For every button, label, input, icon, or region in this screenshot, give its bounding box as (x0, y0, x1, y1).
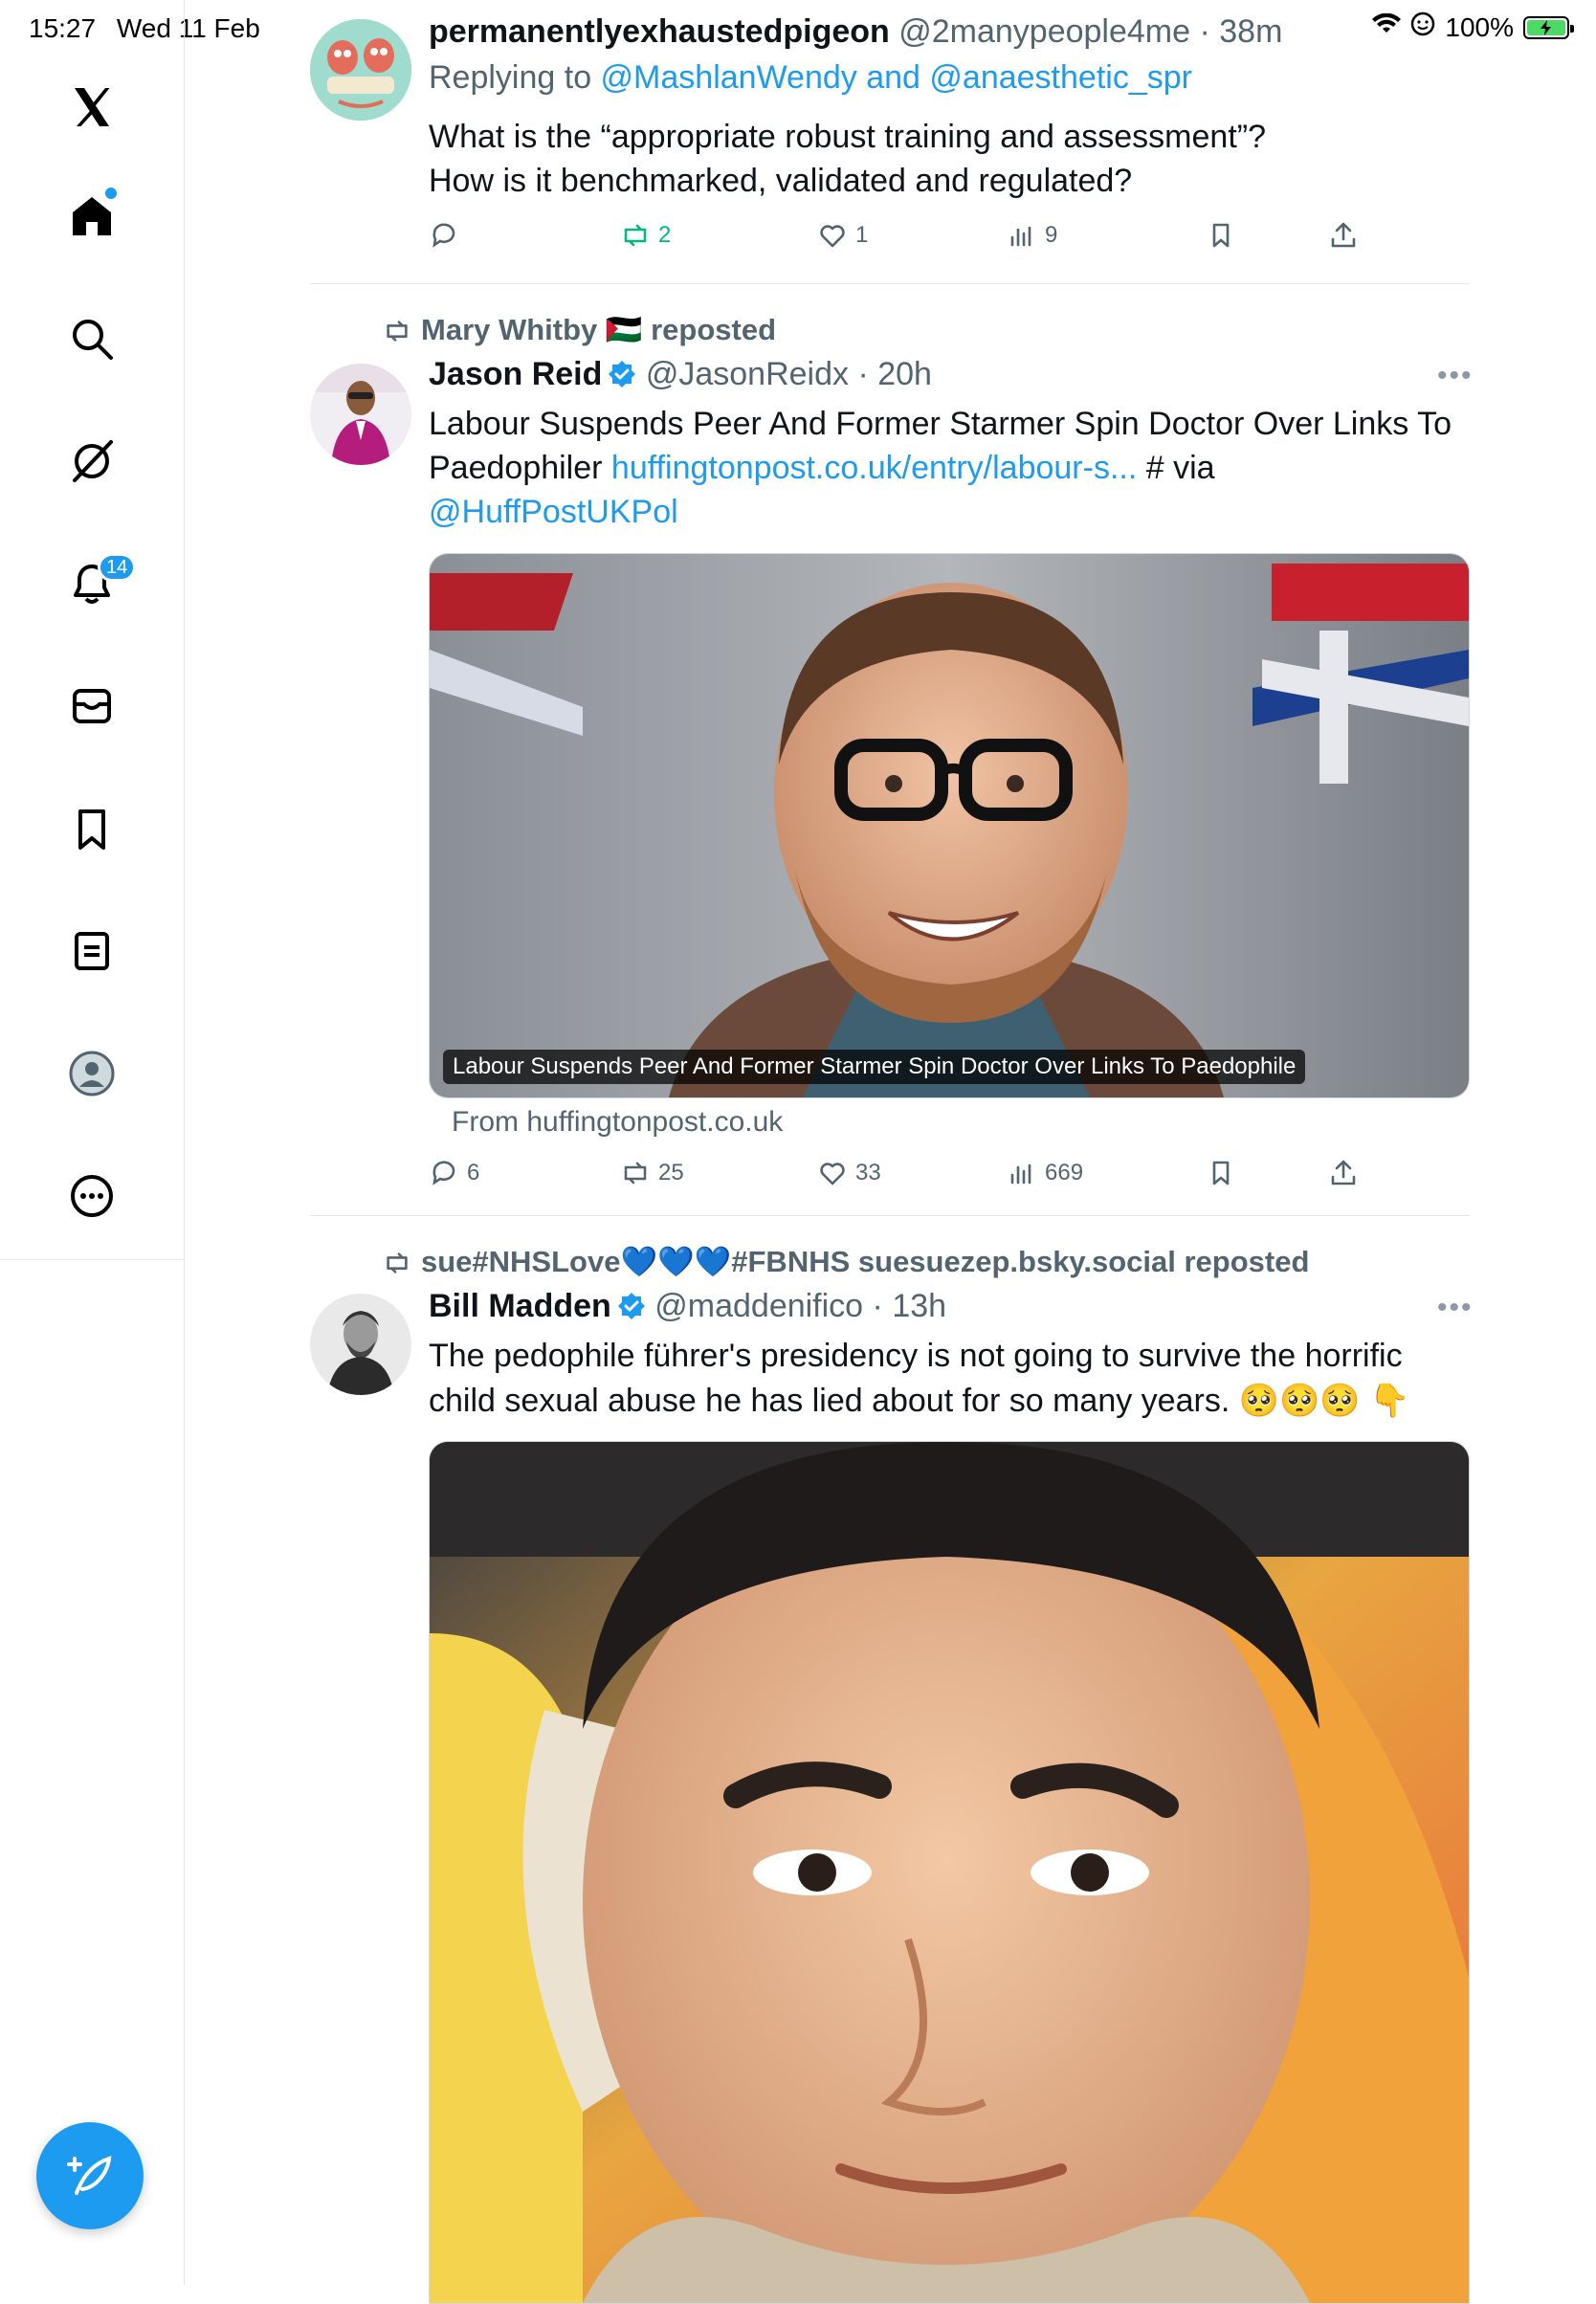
tweet2-card-source[interactable]: From huffingtonpost.co.uk (452, 1106, 783, 1139)
tweet2-actions: 6 25 33 669 (429, 1158, 1385, 1196)
focus-icon (1410, 11, 1435, 43)
views-chart-icon (1010, 226, 1031, 247)
tweet1-views-count: 9 (1045, 222, 1058, 248)
video-still-photo (430, 1442, 1469, 2303)
tweet2-like-button[interactable]: 33 (817, 1158, 881, 1188)
tweet2-reposted-by: Mary Whitby 🇵🇸 reposted (421, 313, 777, 346)
tweet2-avatar[interactable] (310, 364, 411, 465)
repost-icon (624, 1162, 647, 1185)
tweet2-like-count: 33 (855, 1160, 881, 1185)
repost-icon (387, 1252, 408, 1274)
tweet1-share-button[interactable] (1328, 220, 1359, 251)
tweet2-repost-button[interactable]: 25 (620, 1158, 684, 1188)
lists-icon[interactable] (54, 913, 130, 989)
tweet2-link-card-image[interactable]: Labour Suspends Peer And Former Starmer … (429, 553, 1470, 1098)
tweet3-display-name[interactable]: Bill Madden (429, 1288, 611, 1324)
reply-icon (432, 223, 455, 248)
sidebar: 14 (0, 0, 185, 1260)
tweet1-time[interactable]: 38m (1219, 13, 1282, 50)
reply-icon (432, 1161, 455, 1185)
tweet2-display-name[interactable]: Jason Reid (429, 356, 602, 392)
tweet1-display-name[interactable]: permanentlyexhaustedpigeon (429, 13, 890, 50)
tweet3-text-line1: The pedophile führer's presidency is not… (429, 1338, 1403, 1374)
tweet2-text-line2: Paedophiler huffingtonpost.co.uk/entry/l… (429, 450, 1215, 487)
verified-badge-icon (617, 1293, 645, 1319)
tweet3-repost-context[interactable]: sue#NHSLove💙💙💙#FBNHS suesuezep.bsky.soci… (381, 1244, 1309, 1279)
tweet2-handle[interactable]: @JasonReidx (646, 356, 849, 392)
messages-icon[interactable] (54, 668, 130, 744)
bookmarks-icon[interactable] (54, 790, 130, 867)
tweet1-like-count: 1 (855, 222, 869, 248)
tweet3-reposted-by: sue#NHSLove💙💙💙#FBNHS suesuezep.bsky.soci… (421, 1245, 1310, 1278)
tweet2-article-link[interactable]: huffingtonpost.co.uk/entry/labour-s... (611, 450, 1137, 486)
tweet3-handle[interactable]: @maddenifico (654, 1288, 863, 1324)
search-icon[interactable] (54, 300, 130, 377)
tweet1-text-line2: How is it benchmarked, validated and reg… (429, 163, 1133, 199)
battery-icon (1523, 15, 1574, 39)
tweet1-reply-prefix: Replying to (429, 59, 601, 96)
tweet1-views-button[interactable]: 9 (1007, 220, 1057, 251)
wifi-icon (1372, 12, 1402, 43)
tweet2-views-count: 669 (1045, 1160, 1084, 1185)
tweet1-reply-to-link[interactable]: @MashlanWendy and @anaesthetic_spr (601, 59, 1192, 96)
more-options-icon[interactable] (54, 1158, 130, 1234)
battery-percent: 100% (1445, 11, 1514, 42)
share-icon (1331, 222, 1356, 248)
tweet2-views-button[interactable]: 669 (1007, 1158, 1083, 1188)
tweet2-repost-count: 25 (658, 1160, 684, 1185)
tweet2-text-line1: Labour Suspends Peer And Former Starmer … (429, 406, 1452, 442)
views-chart-icon (1010, 1163, 1031, 1185)
home-icon[interactable] (54, 178, 130, 255)
tweet2-reply-count: 6 (467, 1160, 480, 1185)
compose-post-button[interactable] (36, 2122, 144, 2229)
share-icon (1331, 1160, 1356, 1185)
tweet3-video-media[interactable] (429, 1441, 1470, 2304)
tweet1-repost-button[interactable]: 2 (620, 220, 671, 251)
tweet2-text-line2-prefix: Paedophiler (429, 450, 611, 486)
tweet2-card-caption: Labour Suspends Peer And Former Starmer … (443, 1050, 1306, 1084)
tweet3-avatar[interactable] (310, 1294, 411, 1395)
tweet3-text-line2: child sexual abuse he has lied about for… (429, 1383, 1410, 1419)
heart-icon (820, 225, 845, 248)
tweet2-text-line2-suffix: # via (1137, 450, 1215, 486)
tweet3-header: Bill Madden @maddenifico · 13h (429, 1288, 947, 1324)
tweet1-handle[interactable]: @2manypeople4me (898, 13, 1190, 50)
tweet2-share-button[interactable] (1328, 1158, 1359, 1188)
article-photo (430, 554, 1469, 1097)
tweet1-reply-line: Replying to @MashlanWendy and @anaesthet… (429, 59, 1192, 97)
verified-badge-icon (609, 361, 636, 388)
home-unread-dot (105, 188, 117, 199)
tweet1-actions: 2 1 9 (429, 220, 1385, 258)
tweet3-time[interactable]: 13h (892, 1288, 946, 1324)
tweet1-reply-button[interactable] (429, 220, 459, 251)
tweet1-bookmark-button[interactable] (1206, 220, 1236, 251)
tweet1-avatar[interactable] (310, 19, 411, 121)
tweet2-repost-context[interactable]: Mary Whitby 🇵🇸 reposted (381, 312, 776, 347)
tweet1-text-line1: What is the “appropriate robust training… (429, 119, 1267, 155)
bookmark-icon (1212, 1161, 1230, 1185)
notifications-badge: 14 (98, 553, 137, 582)
heart-icon (820, 1163, 845, 1185)
tweet2-more-icon[interactable]: ••• (1437, 360, 1474, 392)
repost-icon (624, 224, 647, 247)
tweet2-header: Jason Reid @JasonReidx · 20h (429, 356, 932, 392)
tweet2-reply-button[interactable]: 6 (429, 1158, 479, 1188)
repost-icon (387, 321, 408, 342)
status-right: 100% (1372, 11, 1574, 43)
grok-icon[interactable] (54, 423, 130, 499)
profile-avatar-icon[interactable] (54, 1035, 130, 1112)
tweet1-like-button[interactable]: 1 (817, 220, 868, 251)
feather-plus-icon (67, 2156, 112, 2195)
tweet3-more-icon[interactable]: ••• (1437, 1292, 1474, 1324)
bookmark-icon (1212, 223, 1230, 248)
tweet1-header: permanentlyexhaustedpigeon @2manypeople4… (429, 13, 1283, 50)
tweet1-repost-count: 2 (658, 222, 672, 248)
tweet-divider (310, 1215, 1470, 1216)
tweet-divider (310, 283, 1470, 284)
tweet2-mention-link[interactable]: @HuffPostUKPol (429, 494, 678, 531)
x-logo-icon[interactable] (54, 69, 130, 145)
tweet2-bookmark-button[interactable] (1206, 1158, 1236, 1188)
tweet2-time[interactable]: 20h (877, 356, 932, 392)
notifications-bell-icon[interactable]: 14 (54, 545, 137, 622)
